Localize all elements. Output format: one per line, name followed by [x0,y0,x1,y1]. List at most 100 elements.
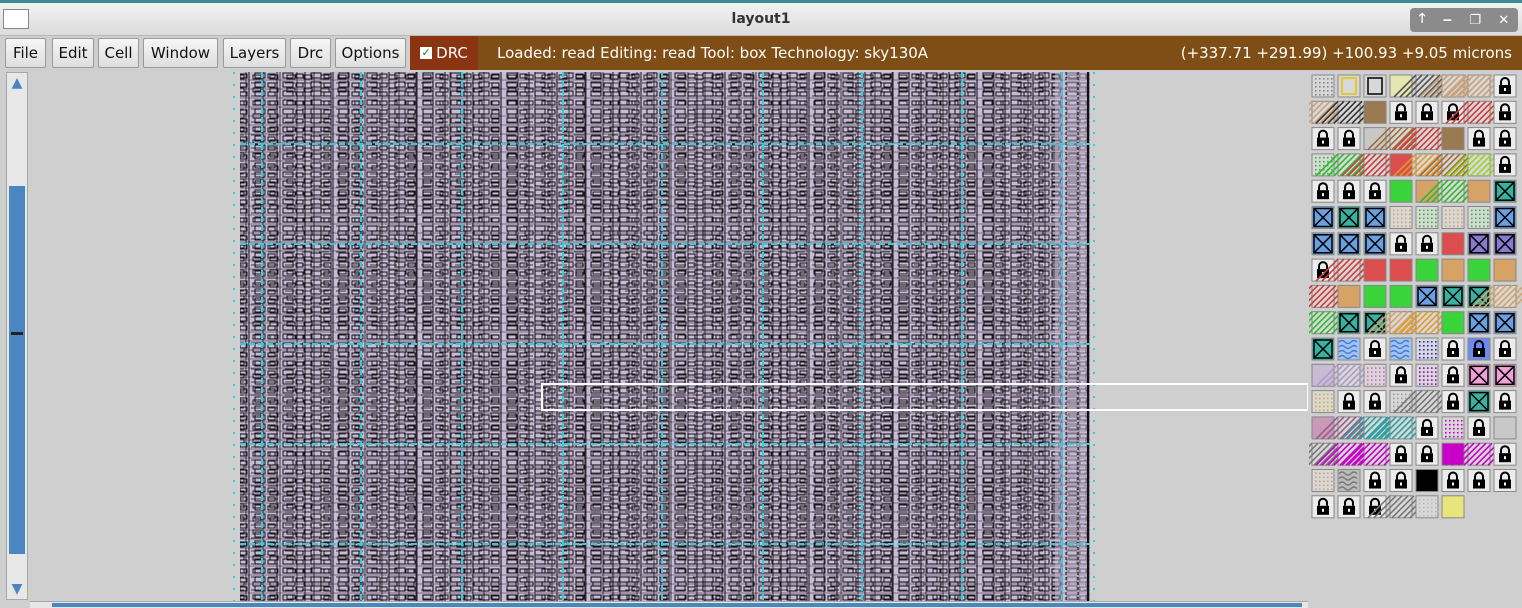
layer-swatch-cross-blue[interactable] [1311,206,1335,229]
layer-swatch-lock[interactable] [1441,363,1465,387]
layer-swatch-lock[interactable] [1337,495,1361,519]
layer-swatch-cross-blue[interactable] [1493,206,1517,229]
layer-swatch-cross-blue[interactable] [1493,311,1517,335]
layer-swatch-lock[interactable] [1363,337,1387,361]
horizontal-scroll-thumb[interactable] [52,603,1302,607]
layer-swatch-cross-purple[interactable] [1493,232,1517,256]
layer-swatch-cross-blue[interactable] [1467,311,1491,335]
layer-swatch-tan-dots[interactable] [1311,469,1335,492]
drc-checkbox-icon[interactable]: ✓ [420,47,433,59]
layer-swatch-lock[interactable] [1441,337,1465,361]
layer-swatch-cross-blue[interactable] [1363,206,1387,229]
layer-swatch-tan[interactable] [1337,284,1361,308]
layer-swatch-black-outline[interactable] [1363,74,1387,98]
close-icon[interactable]: ✕ [1498,13,1509,28]
layer-swatch-lock[interactable] [1311,127,1335,151]
layer-swatch-lock[interactable] [1415,232,1439,256]
layer-swatch-brown[interactable] [1441,127,1465,151]
layer-swatch-green[interactable] [1441,311,1465,335]
menu-layers[interactable]: Layers [223,38,286,68]
maximize-icon[interactable]: ❐ [1469,13,1481,28]
layer-swatch-lock[interactable] [1493,127,1517,151]
layer-swatch-green[interactable] [1389,179,1413,203]
layer-swatch-green[interactable] [1467,258,1491,282]
layer-swatch-tan[interactable] [1493,258,1517,282]
layer-swatch-lock[interactable] [1363,469,1387,492]
layer-swatch-cross-teal[interactable] [1337,206,1361,229]
layer-swatch-green[interactable] [1389,284,1413,308]
layer-swatch-cross-teal[interactable] [1467,390,1491,414]
layer-swatch-green[interactable] [1363,284,1387,308]
layer-swatch-lock[interactable] [1493,337,1517,361]
layer-swatch-lock[interactable] [1467,469,1491,492]
layer-swatch-lock[interactable] [1389,363,1413,387]
drc-toggle[interactable]: ✓ DRC [410,36,478,70]
layer-swatch-tan-dots[interactable] [1441,206,1465,229]
layer-swatch-lock[interactable] [1389,469,1413,492]
layer-swatch-blue-wave[interactable] [1337,337,1361,361]
layout-view[interactable] [30,72,1308,602]
layer-swatch-lock[interactable] [1389,442,1413,466]
layer-swatch-magenta-dots[interactable] [1441,416,1465,440]
layer-swatch-lock[interactable] [1415,442,1439,466]
layer-swatch-lock[interactable] [1337,127,1361,151]
layer-swatch-lock[interactable] [1311,495,1335,519]
layer-swatch-pink-cross[interactable] [1467,363,1491,387]
layer-swatch-lock[interactable] [1389,232,1413,256]
layer-swatch-lock[interactable] [1441,390,1465,414]
layer-swatch-lock[interactable] [1389,100,1413,124]
layer-swatch-light-dots[interactable] [1415,495,1439,519]
menu-file[interactable]: File [5,38,46,68]
layer-swatch-cross-teal[interactable] [1337,311,1361,335]
layer-swatch-blue-dots[interactable] [1415,337,1439,361]
layer-swatch-lock[interactable] [1493,390,1517,414]
layer-swatch-lock[interactable] [1493,100,1517,124]
layer-swatch-red[interactable] [1441,232,1465,256]
layer-swatch-blue-lock[interactable] [1467,337,1491,361]
layer-swatch-lock[interactable] [1467,127,1491,151]
layer-swatch-yellow-outline[interactable] [1337,74,1361,98]
layer-swatch-red[interactable] [1363,258,1387,282]
layer-swatch-brown[interactable] [1363,100,1387,124]
layer-swatch-lock[interactable] [1493,442,1517,466]
layer-swatch-lock[interactable] [1415,100,1439,124]
layer-swatch-green-dots[interactable] [1415,206,1439,229]
layer-swatch-yellow-dots[interactable] [1311,390,1335,414]
layer-swatch-cross-teal[interactable] [1311,337,1335,361]
layer-swatch-blue-wave[interactable] [1389,337,1413,361]
layer-swatch-cross-blue[interactable] [1415,284,1439,308]
menu-edit[interactable]: Edit [52,38,94,68]
layer-swatch-lock[interactable] [1493,74,1517,98]
layer-swatch-lock[interactable] [1363,179,1387,203]
layer-swatch-lock[interactable] [1363,390,1387,414]
layer-swatch-lock[interactable] [1415,416,1439,440]
vertical-scrollbar[interactable]: ▲ ▼ [6,72,28,600]
layer-swatch-lock[interactable] [1467,416,1491,440]
layer-swatch-yellow-box[interactable] [1441,495,1465,519]
layer-swatch-cross-blue[interactable] [1311,232,1335,256]
layer-swatch-red[interactable] [1389,258,1413,282]
layer-swatch-dots-grid[interactable] [1311,74,1335,98]
menu-drc[interactable]: Drc [290,38,331,68]
scroll-down-icon[interactable]: ▼ [9,581,25,597]
layer-swatch-green-dots[interactable] [1467,206,1491,229]
menu-window[interactable]: Window [143,38,218,68]
layer-swatch-green[interactable] [1415,258,1439,282]
layer-swatch-gray-wave[interactable] [1337,469,1361,492]
layer-swatch-lock[interactable] [1337,179,1361,203]
layer-swatch-pink-cross[interactable] [1493,363,1517,387]
layer-swatch-cross-blue[interactable] [1337,232,1361,256]
layer-swatch-cross-purple[interactable] [1467,232,1491,256]
layer-swatch-lock[interactable] [1493,469,1517,492]
layer-swatch-lock[interactable] [1493,153,1517,177]
layer-swatch-cross-blue[interactable] [1363,232,1387,256]
layer-swatch-cross-teal[interactable] [1493,179,1517,203]
layer-swatch-black[interactable] [1415,469,1439,492]
layer-swatch-cross-teal[interactable] [1441,284,1465,308]
minimize-icon[interactable]: ‒ [1443,13,1452,28]
layer-swatch-purple-dots[interactable] [1415,363,1439,387]
menu-options[interactable]: Options [335,38,406,68]
layer-swatch-tan[interactable] [1467,179,1491,203]
vertical-scroll-thumb[interactable] [9,186,25,554]
scroll-up-icon[interactable]: ▲ [9,75,25,91]
